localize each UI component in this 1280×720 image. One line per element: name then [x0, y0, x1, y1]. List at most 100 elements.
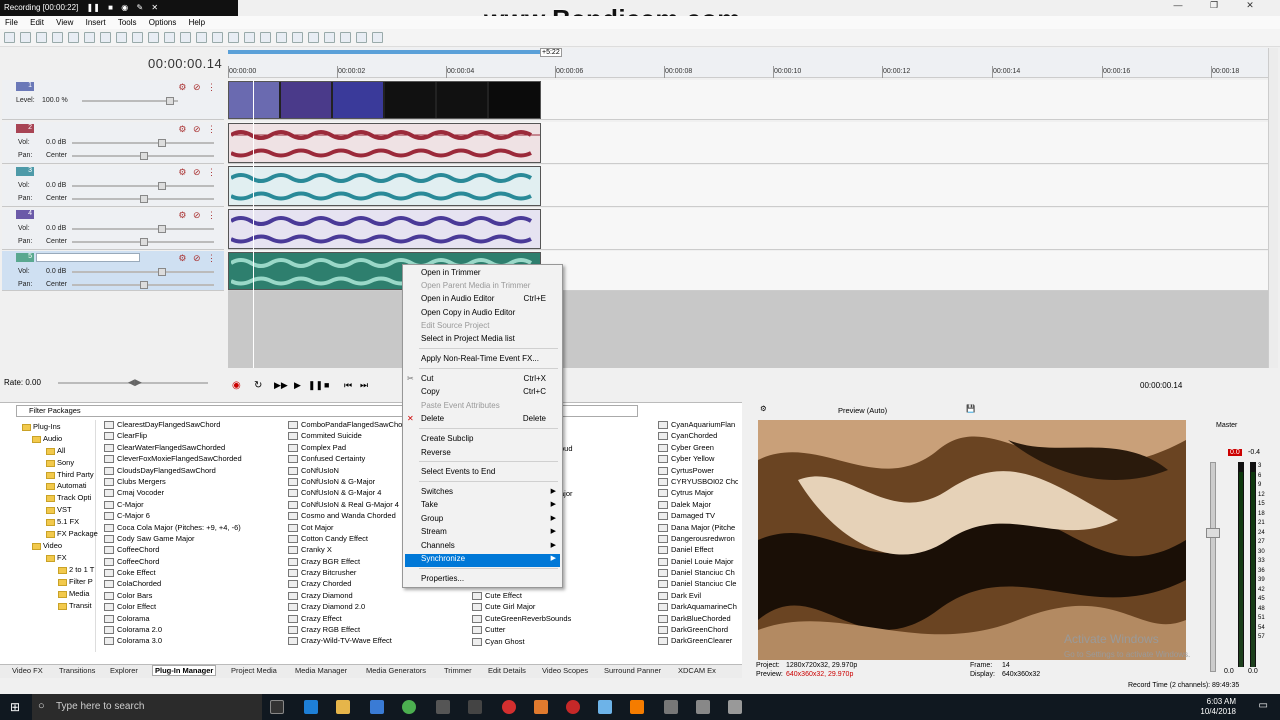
plugin-item[interactable]: ClearestDayFlangedSawChord	[104, 420, 286, 431]
plugin-item[interactable]: Crazy-Wild-TV-Wave Effect	[288, 636, 470, 647]
plugin-item[interactable]: Crazy Diamond	[288, 591, 470, 602]
audio-event[interactable]	[228, 209, 541, 249]
menu-select-events-to-end[interactable]: Select Events to End	[421, 467, 495, 476]
plugin-item[interactable]: CoffeeChord	[104, 557, 286, 568]
menu-options[interactable]: Options	[149, 18, 177, 27]
track-header-audio-2[interactable]: 2 ⚙ ⊘ ⋮ Vol: 0.0 dB Pan: Center	[2, 122, 224, 164]
close-button[interactable]: ✕	[1232, 0, 1268, 11]
plugin-item[interactable]: Cytrus Major	[658, 488, 738, 499]
timeline-empty-area[interactable]	[228, 291, 1268, 368]
task-view-icon[interactable]	[270, 700, 284, 714]
track-fx-icons[interactable]: ⚙ ⊘ ⋮	[178, 210, 218, 221]
pause-icon[interactable]: ❚❚	[308, 380, 323, 391]
tree-item[interactable]: All	[46, 446, 65, 455]
tree-item[interactable]: Media	[58, 589, 89, 598]
tab-media-generators[interactable]: Media Generators	[366, 666, 426, 675]
taskbar-search[interactable]: Type here to search	[32, 694, 262, 720]
pan-slider[interactable]	[72, 281, 214, 289]
plugin-item[interactable]: ColaChorded	[104, 579, 286, 590]
play-icon[interactable]: ▶	[294, 380, 301, 391]
audio-track-lane-2[interactable]	[228, 122, 1268, 164]
tree-item[interactable]: Automati	[46, 481, 87, 490]
cut-icon[interactable]	[100, 32, 111, 43]
plugin-item[interactable]: Colorama 2.0	[104, 625, 286, 636]
app-icon[interactable]	[598, 700, 612, 714]
copy-icon[interactable]	[116, 32, 127, 43]
open-icon[interactable]	[20, 32, 31, 43]
menu-synchronize[interactable]: Synchronize	[421, 554, 465, 563]
plugin-item[interactable]: Dalek Major	[658, 500, 738, 511]
menu-open-copy-in-audio-editor[interactable]: Open Copy in Audio Editor	[421, 308, 515, 317]
menu-apply-nonrealtime-fx[interactable]: Apply Non-Real-Time Event FX...	[421, 354, 539, 363]
tab-video-scopes[interactable]: Video Scopes	[542, 666, 588, 675]
save-icon[interactable]	[36, 32, 47, 43]
tree-item[interactable]: Third Party	[46, 470, 94, 479]
plugin-item[interactable]: ClearFlip	[104, 431, 286, 442]
pen-icon[interactable]: ✎	[136, 3, 143, 12]
auto-crossfade-icon[interactable]	[260, 32, 271, 43]
ignore-grouping-icon[interactable]	[308, 32, 319, 43]
lock-envelopes-icon[interactable]	[292, 32, 303, 43]
tree-item[interactable]: 5.1 FX	[46, 517, 79, 526]
clock-date[interactable]: 10/4/2018	[1200, 707, 1236, 716]
stop-icon[interactable]: ■	[324, 380, 329, 390]
track-fx-icons[interactable]: ⚙ ⊘ ⋮	[178, 82, 218, 93]
plugin-item[interactable]: Dangerousredwron	[658, 534, 738, 545]
tree-item[interactable]: FX	[46, 553, 67, 562]
render-icon[interactable]	[68, 32, 79, 43]
pan-slider[interactable]	[72, 238, 214, 246]
audio-track-lane-4[interactable]	[228, 208, 1268, 250]
tree-item[interactable]: Track Opti	[46, 493, 91, 502]
plugin-item[interactable]: DarkBlueChorded	[658, 614, 738, 625]
loop-icon[interactable]: ↻	[254, 380, 262, 391]
plugin-item[interactable]: CyanAquariumFlan	[658, 420, 738, 431]
minimize-button[interactable]: —	[1160, 0, 1196, 10]
region-icon[interactable]	[340, 32, 351, 43]
tab-explorer[interactable]: Explorer	[110, 666, 138, 675]
plugin-item[interactable]: Daniel Effect	[658, 545, 738, 556]
vol-slider[interactable]	[72, 182, 214, 190]
file-explorer-icon[interactable]	[336, 700, 350, 714]
plugin-item[interactable]: Cyber Green	[658, 443, 738, 454]
snapping-icon[interactable]	[244, 32, 255, 43]
vegas-icon[interactable]	[534, 700, 548, 714]
stop-icon[interactable]: ■	[108, 3, 113, 12]
vol-slider[interactable]	[72, 139, 214, 147]
menu-open-in-trimmer[interactable]: Open in Trimmer	[421, 268, 481, 277]
tree-item[interactable]: Video	[32, 541, 62, 550]
app-icon[interactable]	[696, 700, 710, 714]
track-header-video[interactable]: 1 ⚙ ⊘ ⋮ Level: 100.0 %	[2, 80, 224, 120]
plugin-item[interactable]: Damaged TV	[658, 511, 738, 522]
track-fx-icons[interactable]: ⚙ ⊘ ⋮	[178, 124, 218, 135]
plugin-item[interactable]: Coke Effect	[104, 568, 286, 579]
zoom-tool-icon[interactable]	[228, 32, 239, 43]
master-fader-knob[interactable]	[1206, 528, 1220, 538]
app-icon[interactable]	[728, 700, 742, 714]
windows-start-icon[interactable]: ⊞	[10, 700, 20, 714]
bandicam-icon[interactable]	[502, 700, 516, 714]
split-icon[interactable]	[356, 32, 367, 43]
plugin-item[interactable]: CoffeeChord	[104, 545, 286, 556]
tree-item[interactable]: Audio	[32, 434, 62, 443]
tree-item[interactable]: VST	[46, 505, 72, 514]
menu-file[interactable]: File	[5, 18, 18, 27]
app-icon[interactable]	[468, 700, 482, 714]
audio-event[interactable]	[228, 123, 541, 163]
plugin-item[interactable]: Colorama	[104, 614, 286, 625]
camera-icon[interactable]: ◉	[121, 3, 128, 12]
tree-item[interactable]: FX Package	[46, 529, 98, 538]
level-slider[interactable]	[82, 97, 178, 105]
plugin-item[interactable]: Cute Girl Major	[472, 602, 654, 613]
plugin-item[interactable]: Daniel Louie Major	[658, 557, 738, 568]
go-to-start-icon[interactable]: ⏮	[344, 380, 352, 391]
preview-quality-dropdown[interactable]: Preview (Auto)	[838, 406, 887, 415]
save-snapshot-icon[interactable]: 💾	[966, 404, 975, 413]
menu-view[interactable]: View	[56, 18, 73, 27]
menu-take[interactable]: Take	[421, 500, 438, 509]
tab-plugin-manager[interactable]: Plug-In Manager	[152, 665, 217, 676]
video-event[interactable]	[228, 81, 541, 119]
vol-slider[interactable]	[72, 225, 214, 233]
app-icon[interactable]	[664, 700, 678, 714]
menu-tools[interactable]: Tools	[118, 18, 137, 27]
plugin-item[interactable]: CloudsDayFlangedSawChord	[104, 466, 286, 477]
